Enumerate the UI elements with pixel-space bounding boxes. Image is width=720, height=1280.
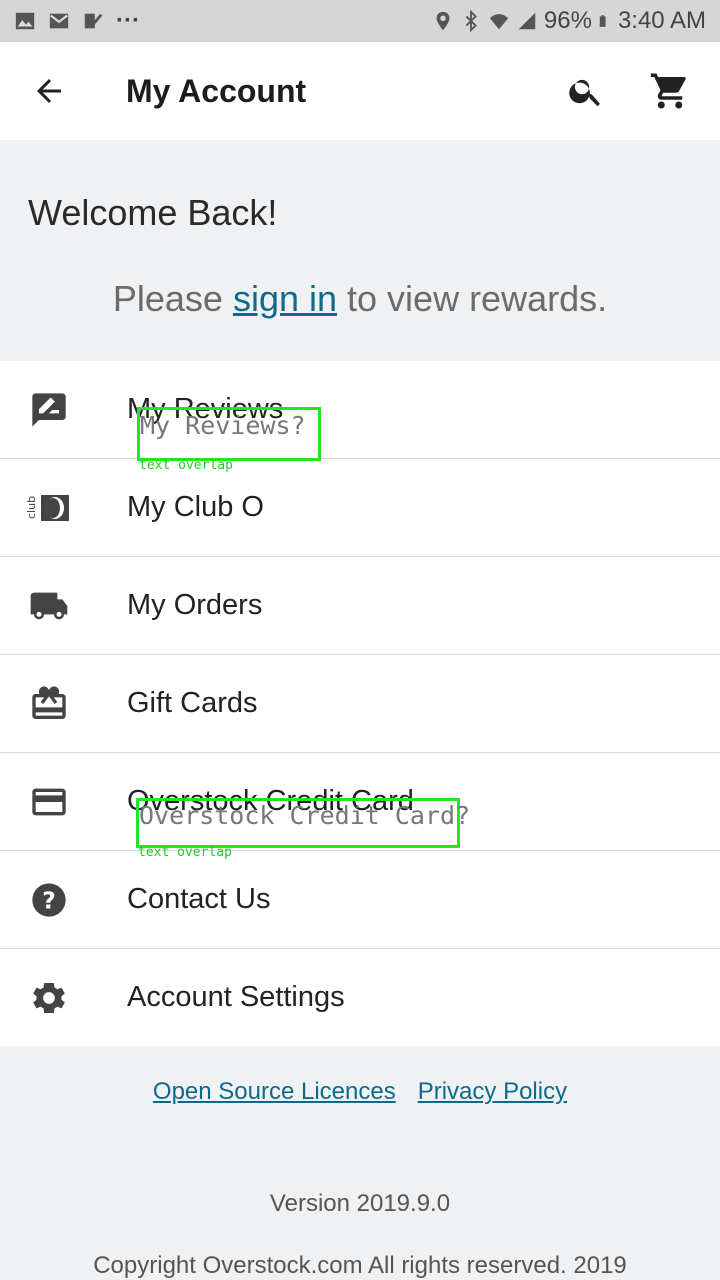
menu-item-my-club-o[interactable]: club My Club O (0, 459, 720, 557)
gallery-icon (15, 12, 35, 30)
rewards-suffix: to view rewards. (337, 278, 608, 319)
menu-label: Account Settings (127, 981, 345, 1013)
credit-card-icon (32, 788, 66, 815)
menu-icon-wrap (0, 949, 98, 1047)
menu-label: Contact Us (127, 883, 271, 915)
back-button[interactable] (0, 42, 98, 140)
menu-item-gift-cards[interactable]: Gift Cards (0, 655, 720, 753)
clock: 3:40 AM (617, 7, 706, 34)
footer-links: Open Source Licences Privacy Policy (0, 1078, 720, 1106)
welcome-section: Welcome Back! Please sign in to view rew… (0, 140, 720, 360)
menu-icon-wrap: ? (0, 851, 98, 949)
menu-label: Gift Cards (127, 687, 258, 719)
cart-icon (650, 73, 686, 109)
menu-icon-wrap (0, 655, 98, 753)
overlay-text-reviews: My Reviews? (140, 411, 306, 440)
truck-icon (30, 592, 68, 619)
rate-review-icon (32, 392, 66, 427)
status-right: 96% 3:40 AM (432, 7, 706, 35)
menu-label: My Orders (127, 589, 263, 621)
app-bar-actions (544, 42, 720, 140)
footer: Open Source Licences Privacy Policy Vers… (0, 1046, 720, 1280)
back-arrow-icon (37, 79, 61, 103)
sign-in-link[interactable]: sign in (233, 278, 337, 319)
help-icon: ? (32, 882, 66, 917)
menu-item-my-orders[interactable]: My Orders (0, 557, 720, 655)
svg-text:?: ? (42, 886, 56, 914)
svg-text:club: club (27, 495, 38, 518)
app-bar: My Account (0, 42, 720, 140)
check-icon (84, 13, 103, 29)
welcome-title: Welcome Back! (28, 192, 278, 233)
club-o-icon: club (27, 494, 69, 521)
account-menu: My Reviews club My Club O My Orders Gift… (0, 361, 720, 1047)
open-source-link[interactable]: Open Source Licences (153, 1078, 396, 1106)
menu-icon-wrap (0, 361, 98, 459)
rewards-message: Please sign in to view rewards. (0, 278, 720, 320)
menu-label: My Club O (127, 491, 264, 523)
overlay-tag-reviews: text overlap (139, 458, 233, 473)
bluetooth-icon (465, 10, 477, 32)
menu-item-contact-us[interactable]: ? Contact Us (0, 851, 720, 949)
page-title: My Account (126, 72, 307, 109)
status-left: ··· (14, 7, 140, 35)
location-icon (436, 11, 450, 31)
overlay-text-credit-card: Overstock Credit Card? (139, 801, 471, 830)
privacy-policy-link[interactable]: Privacy Policy (418, 1078, 567, 1106)
gift-card-icon (32, 685, 66, 719)
gmail-icon (49, 13, 69, 29)
menu-icon-wrap (0, 753, 98, 851)
rewards-prefix: Please (112, 278, 233, 319)
menu-icon-wrap: club (0, 459, 98, 557)
overlay-tag-credit-card: text overlap (138, 845, 232, 860)
cart-button[interactable] (628, 42, 712, 140)
battery-icon (599, 15, 606, 27)
search-button[interactable] (544, 42, 628, 140)
copyright-text: Copyright Overstock.com All rights reser… (93, 1252, 627, 1279)
menu-item-account-settings[interactable]: Account Settings (0, 949, 720, 1047)
wifi-icon (489, 14, 509, 30)
status-bar: ··· 96% 3:40 AM (0, 0, 720, 42)
menu-item-my-reviews[interactable]: My Reviews (0, 361, 720, 459)
menu-icon-wrap (0, 557, 98, 655)
gear-icon (33, 982, 65, 1013)
battery-percent: 96% (543, 7, 592, 34)
version-text: Version 2019.9.0 (269, 1190, 451, 1217)
more-notifications: ··· (116, 7, 140, 34)
search-icon (569, 79, 600, 107)
signal-icon (518, 12, 536, 30)
